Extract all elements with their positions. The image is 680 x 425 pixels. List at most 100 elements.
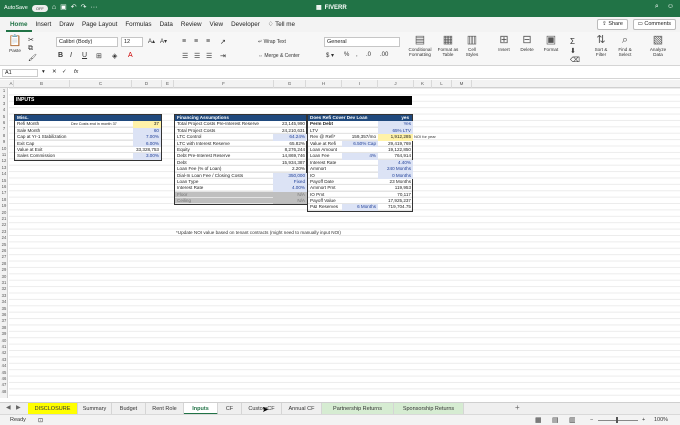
find-select-button[interactable]: ⌕ Find & Select [614, 34, 636, 57]
column-header[interactable]: K [414, 80, 432, 88]
column-header[interactable]: M [452, 80, 472, 88]
row-label[interactable]: Sales Commission [17, 153, 87, 159]
search-icon[interactable]: ⌕ [655, 3, 659, 11]
align-center-icon[interactable]: ☰ [194, 52, 200, 60]
zoom-slider-thumb[interactable] [616, 417, 618, 423]
conditional-formatting-button[interactable]: ▤ Conditional Formatting [406, 34, 434, 57]
wrap-text-button[interactable]: ↵ Wrap Text [258, 39, 286, 45]
delete-cells-button[interactable]: ⊟ Delete [516, 34, 538, 52]
tab-view[interactable]: View [206, 17, 228, 32]
format-as-table-button[interactable]: ▦ Format as Table [436, 34, 460, 57]
function-icon[interactable]: fx [74, 69, 78, 75]
align-top-icon[interactable]: ≡ [182, 38, 186, 45]
save-icon[interactable]: ▣ [60, 4, 67, 12]
cut-icon[interactable]: ✂ [28, 36, 34, 44]
fill-color-icon[interactable]: ◈ [112, 52, 117, 60]
row-header[interactable]: 48 [0, 389, 8, 395]
bold-icon[interactable]: B [58, 52, 63, 59]
redo-icon[interactable]: ↷ [81, 4, 87, 12]
align-bottom-icon[interactable]: ≡ [206, 38, 210, 45]
borders-icon[interactable]: ⊞ [96, 52, 102, 60]
more-icon[interactable]: ··· [90, 4, 97, 12]
column-header[interactable]: H [306, 80, 342, 88]
column-header[interactable]: E [162, 80, 174, 88]
merge-center-button[interactable]: ⇔ Merge & Center [258, 53, 300, 59]
analyze-data-button[interactable]: ▧ Analyze Data [646, 34, 670, 57]
cell-value[interactable]: 719,704.75 [378, 204, 413, 210]
comma-icon[interactable]: , [356, 52, 358, 58]
font-size-select[interactable]: 12 [121, 37, 143, 47]
zoom-out-icon[interactable]: − [590, 417, 593, 423]
column-header[interactable]: C [70, 80, 132, 88]
row-label[interactable]: Ceiling [177, 198, 273, 204]
accessibility-icon[interactable]: ⊡ [38, 417, 43, 424]
italic-icon[interactable]: I [70, 52, 72, 59]
comments-button[interactable]: ▭ Comments [632, 19, 676, 30]
format-painter-icon[interactable]: 🖌 [28, 54, 37, 62]
column-header[interactable]: I [342, 80, 378, 88]
tell-me[interactable]: ♢ Tell me [264, 17, 299, 32]
row-label[interactable]: P&I Reserves [310, 204, 344, 210]
autosum-icon[interactable]: Σ [570, 37, 575, 46]
page-break-view-icon[interactable]: ▥ [569, 416, 576, 424]
currency-icon[interactable]: $ ▾ [326, 52, 334, 59]
format-cells-button[interactable]: ▣ Format [540, 34, 562, 52]
align-left-icon[interactable]: ☰ [182, 52, 188, 60]
formula-input[interactable] [86, 68, 676, 77]
underline-icon[interactable]: U [82, 52, 87, 59]
tab-page-layout[interactable]: Page Layout [78, 17, 121, 32]
tab-data[interactable]: Data [156, 17, 177, 32]
account-icon[interactable]: ☺ [667, 3, 674, 11]
zoom-slider[interactable] [598, 420, 638, 421]
column-header[interactable]: B [14, 80, 70, 88]
number-format-select[interactable]: General [324, 37, 400, 47]
name-box-dropdown-icon[interactable]: ▾ [42, 69, 45, 75]
clear-icon[interactable]: ⌫ [570, 56, 580, 64]
cell-value[interactable]: N/A [273, 198, 307, 205]
increase-font-icon[interactable]: A▴ [148, 38, 155, 45]
name-box[interactable]: A1 [2, 69, 38, 77]
orientation-icon[interactable]: ↗ [220, 38, 226, 46]
tab-review[interactable]: Review [177, 17, 206, 32]
tab-draw[interactable]: Draw [55, 17, 78, 32]
autosave-toggle[interactable]: OFF [31, 4, 48, 12]
tab-insert[interactable]: Insert [32, 17, 56, 32]
zoom-level[interactable]: 100% [654, 417, 668, 423]
increase-decimal-icon[interactable]: .0 [366, 52, 371, 58]
fill-icon[interactable]: ⬇ [570, 47, 576, 55]
font-color-icon[interactable]: A [128, 52, 133, 59]
column-header[interactable]: J [378, 80, 414, 88]
share-button[interactable]: ⇪ Share [597, 19, 628, 30]
copy-icon[interactable]: ⧉ [28, 45, 33, 53]
sort-filter-button[interactable]: ⇅ Sort & Filter [590, 34, 612, 57]
cell-mid-value[interactable]: 6 Months [342, 204, 378, 211]
tab-formulas[interactable]: Formulas [121, 17, 155, 32]
cancel-icon[interactable]: ✕ [52, 69, 57, 75]
enter-icon[interactable]: ✓ [62, 69, 67, 75]
column-header[interactable]: F [174, 80, 274, 88]
zoom-in-icon[interactable]: + [642, 417, 645, 423]
column-header[interactable]: G [274, 80, 306, 88]
insert-cells-button[interactable]: ⊞ Insert [494, 34, 514, 52]
cell-value[interactable]: 3.00% [133, 153, 161, 160]
indent-icon[interactable]: ⇥ [220, 52, 226, 60]
align-right-icon[interactable]: ☰ [206, 52, 212, 60]
page-layout-view-icon[interactable]: ▤ [552, 416, 559, 424]
decrease-font-icon[interactable]: A▾ [160, 38, 167, 45]
cell-styles-button[interactable]: ▥ Cell Styles [462, 34, 482, 57]
prev-sheet-icon[interactable]: ◀ [6, 404, 11, 411]
normal-view-icon[interactable]: ▦ [535, 416, 542, 424]
percent-icon[interactable]: % [344, 52, 349, 58]
add-sheet-icon[interactable]: + [515, 403, 520, 412]
next-sheet-icon[interactable]: ▶ [16, 404, 21, 411]
tab-home[interactable]: Home [6, 17, 32, 32]
align-middle-icon[interactable]: ≡ [194, 38, 198, 45]
home-icon[interactable]: ⌂ [52, 4, 56, 12]
font-name-select[interactable]: Calibri (Body) [56, 37, 118, 47]
paste-button[interactable]: 📋 Paste [6, 35, 24, 53]
undo-icon[interactable]: ↶ [71, 4, 77, 12]
column-header[interactable]: D [132, 80, 162, 88]
decrease-decimal-icon[interactable]: .00 [380, 52, 388, 58]
tab-developer[interactable]: Developer [227, 17, 264, 32]
column-header[interactable]: L [432, 80, 452, 88]
